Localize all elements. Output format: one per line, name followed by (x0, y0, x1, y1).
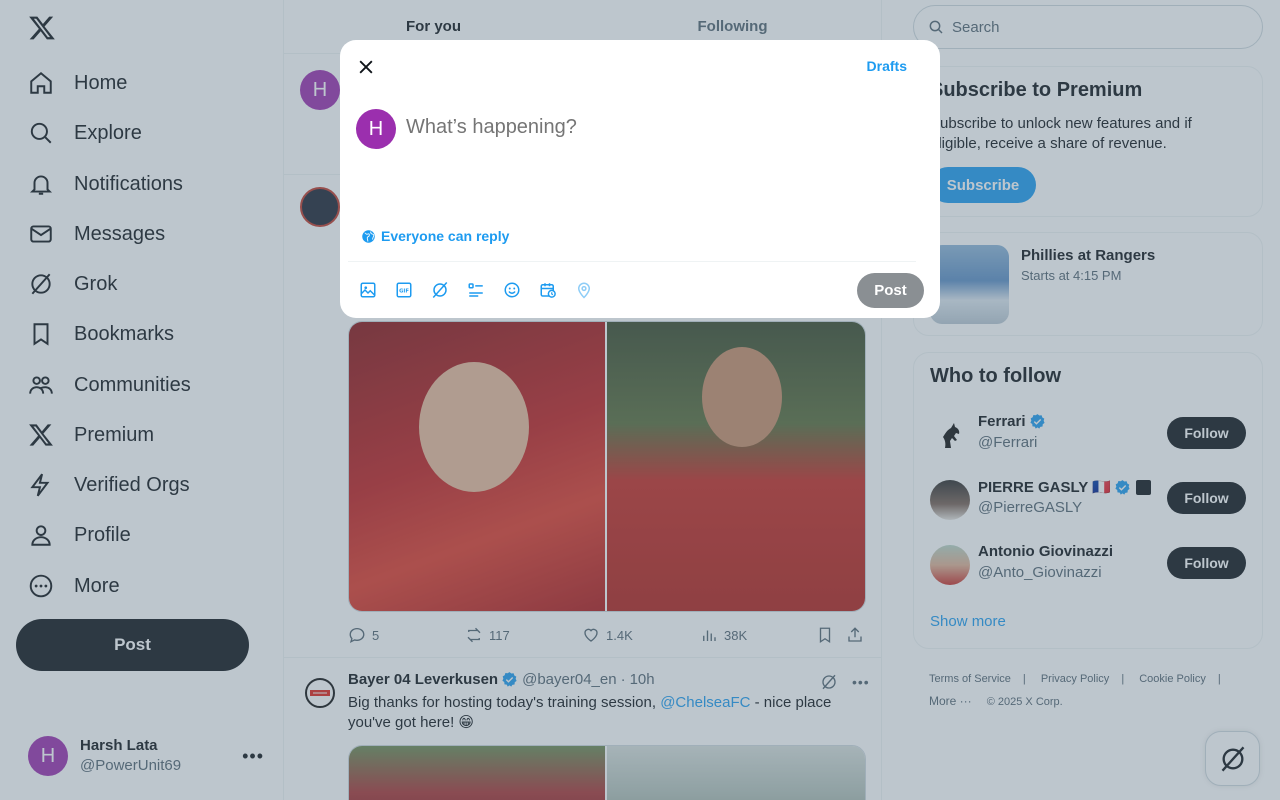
gif-icon: GIF (396, 282, 412, 298)
close-button[interactable] (352, 53, 380, 81)
location-button[interactable] (574, 280, 594, 300)
image-icon (360, 282, 376, 298)
poll-button[interactable] (466, 280, 486, 300)
reply-setting-button[interactable]: Everyone can reply (361, 228, 509, 244)
grok-button[interactable] (430, 280, 450, 300)
drafts-button[interactable]: Drafts (867, 58, 907, 74)
close-icon (359, 60, 373, 74)
compose-post-button[interactable]: Post (857, 273, 924, 308)
compose-dialog: Drafts H Everyone can reply GIF Post (340, 40, 940, 318)
emoji-icon (504, 282, 520, 298)
poll-icon (468, 283, 483, 297)
media-button[interactable] (358, 280, 378, 300)
divider (348, 261, 916, 262)
reply-setting-label: Everyone can reply (381, 228, 510, 244)
grok-icon (432, 281, 448, 299)
gif-button[interactable]: GIF (394, 280, 414, 300)
avatar[interactable]: H (356, 109, 396, 149)
compose-toolbar: GIF (358, 280, 610, 300)
svg-text:GIF: GIF (399, 289, 409, 295)
globe-icon (362, 229, 375, 243)
emoji-button[interactable] (502, 280, 522, 300)
schedule-button[interactable] (538, 280, 558, 300)
location-icon (577, 282, 591, 299)
compose-input[interactable] (406, 116, 916, 139)
schedule-icon (540, 283, 556, 298)
